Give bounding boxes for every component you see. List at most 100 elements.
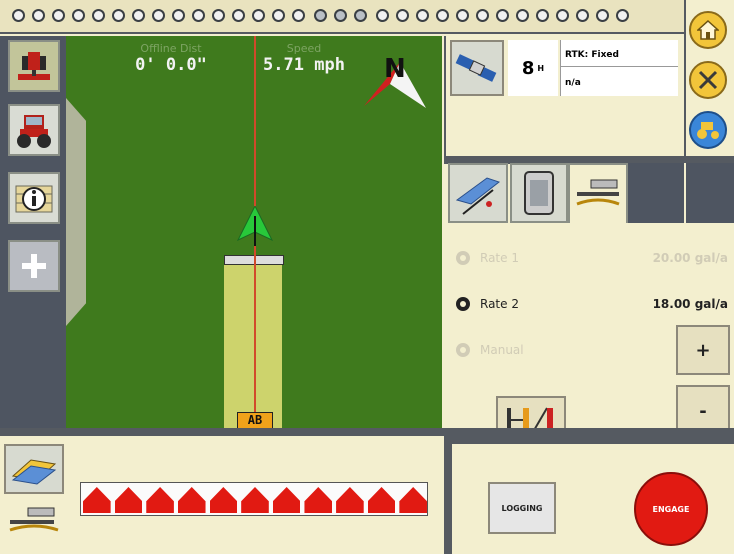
rate-row-2[interactable]: Rate 2 xyxy=(456,292,519,316)
bottom-divider xyxy=(0,428,734,436)
increase-button[interactable]: + xyxy=(676,325,730,375)
implement-button[interactable] xyxy=(8,40,60,92)
status-led xyxy=(92,9,105,22)
status-led xyxy=(72,9,85,22)
status-led xyxy=(292,9,305,22)
status-led xyxy=(616,9,629,22)
status-led xyxy=(314,9,327,22)
led-status-bar xyxy=(0,0,684,34)
status-led xyxy=(456,9,469,22)
rate-1-label: Rate 1 xyxy=(480,251,519,265)
engage-button[interactable]: ENGAGE xyxy=(634,472,708,546)
speed-readout: Speed 5.71 mph xyxy=(244,42,364,75)
speed-label: Speed xyxy=(286,42,322,55)
offline-distance-label: Offline Dist xyxy=(140,42,202,55)
rtk-status-box: RTK: Fixed n/a xyxy=(560,40,678,96)
status-led xyxy=(376,9,389,22)
boom-sections xyxy=(80,482,428,516)
rate-2-label: Rate 2 xyxy=(480,297,519,311)
status-led xyxy=(496,9,509,22)
manual-label: Manual xyxy=(480,343,524,357)
bottom-v-divider xyxy=(444,428,452,554)
plus-icon xyxy=(22,254,46,278)
vehicle-setup-button[interactable] xyxy=(684,106,732,154)
status-led xyxy=(536,9,549,22)
status-led xyxy=(416,9,429,22)
logging-button[interactable]: LOGGING xyxy=(488,482,556,534)
vehicle-icon xyxy=(697,122,719,139)
coverage-button[interactable] xyxy=(4,444,64,494)
tab-gap xyxy=(684,163,686,223)
status-led xyxy=(334,9,347,22)
status-led xyxy=(12,9,25,22)
status-led xyxy=(232,9,245,22)
tab-guidance[interactable] xyxy=(448,163,508,223)
left-tool-column xyxy=(0,36,66,428)
boom-section xyxy=(177,487,206,513)
status-led xyxy=(476,9,489,22)
status-led xyxy=(252,9,265,22)
vehicle-button[interactable] xyxy=(8,104,60,156)
status-led xyxy=(172,9,185,22)
rate-row-manual[interactable]: Manual xyxy=(456,338,524,362)
vehicle-arrow-icon xyxy=(236,206,274,246)
view-side-tab[interactable] xyxy=(66,98,86,326)
tab-empty xyxy=(628,163,734,223)
status-led xyxy=(396,9,409,22)
status-led xyxy=(32,9,45,22)
rate-2-radio-icon xyxy=(456,297,470,311)
boom-section xyxy=(241,487,269,513)
guidance-map[interactable]: AB Offline Dist 0' 0.0" Speed 5.71 mph N xyxy=(66,36,442,428)
boom-section xyxy=(83,487,111,513)
ab-line-icon xyxy=(455,177,501,215)
boom-section xyxy=(146,487,174,513)
info-icon xyxy=(15,185,53,213)
satellite-superscript: H xyxy=(537,63,545,73)
tractor-icon xyxy=(17,115,51,148)
boom-section xyxy=(304,487,333,513)
boom-section xyxy=(336,487,364,513)
home-button[interactable] xyxy=(684,6,732,54)
rtk-mode: RTK: Fixed xyxy=(565,50,619,60)
offline-distance-value: 0' 0.0" xyxy=(135,55,207,75)
compass-north: N xyxy=(384,54,406,84)
rate-1-radio-icon xyxy=(456,251,470,265)
info-button[interactable] xyxy=(8,172,60,224)
status-led xyxy=(354,9,367,22)
rtk-status: n/a xyxy=(565,78,581,88)
status-led xyxy=(436,9,449,22)
boom-section xyxy=(114,487,143,513)
coverage-map-icon xyxy=(11,459,57,485)
satellite-count: 8 xyxy=(521,57,535,79)
status-led xyxy=(52,9,65,22)
tab-display[interactable] xyxy=(510,163,568,223)
status-led xyxy=(192,9,205,22)
rate-2-value: 18.00 gal/a xyxy=(652,297,728,311)
ab-marker: AB xyxy=(237,412,273,428)
tractor-implement-icon xyxy=(18,52,50,80)
home-icon xyxy=(697,20,719,40)
status-led xyxy=(576,9,589,22)
gps-button[interactable] xyxy=(450,40,504,96)
display-icon xyxy=(524,171,554,215)
rate-1-value: 20.00 gal/a xyxy=(652,251,728,265)
speed-value: 5.71 mph xyxy=(263,55,345,75)
satellite-count-box: 8 H xyxy=(508,40,558,96)
tools-button[interactable] xyxy=(684,56,732,104)
rate-row-1[interactable]: Rate 1 xyxy=(456,246,519,270)
add-button[interactable] xyxy=(8,240,60,292)
satellite-icon xyxy=(455,54,497,82)
tab-application[interactable] xyxy=(568,163,628,223)
coverage-strip xyxy=(224,260,282,428)
boom-section xyxy=(272,487,301,513)
status-led xyxy=(152,9,165,22)
status-led xyxy=(272,9,285,22)
boom-section xyxy=(399,487,427,513)
offline-distance: Offline Dist 0' 0.0" xyxy=(106,42,236,75)
boom-section xyxy=(209,487,238,513)
sprayer-icon xyxy=(576,179,620,206)
bottom-right-divider xyxy=(444,436,734,444)
status-led xyxy=(112,9,125,22)
status-led xyxy=(516,9,529,22)
sprayer-indicator xyxy=(6,506,62,536)
